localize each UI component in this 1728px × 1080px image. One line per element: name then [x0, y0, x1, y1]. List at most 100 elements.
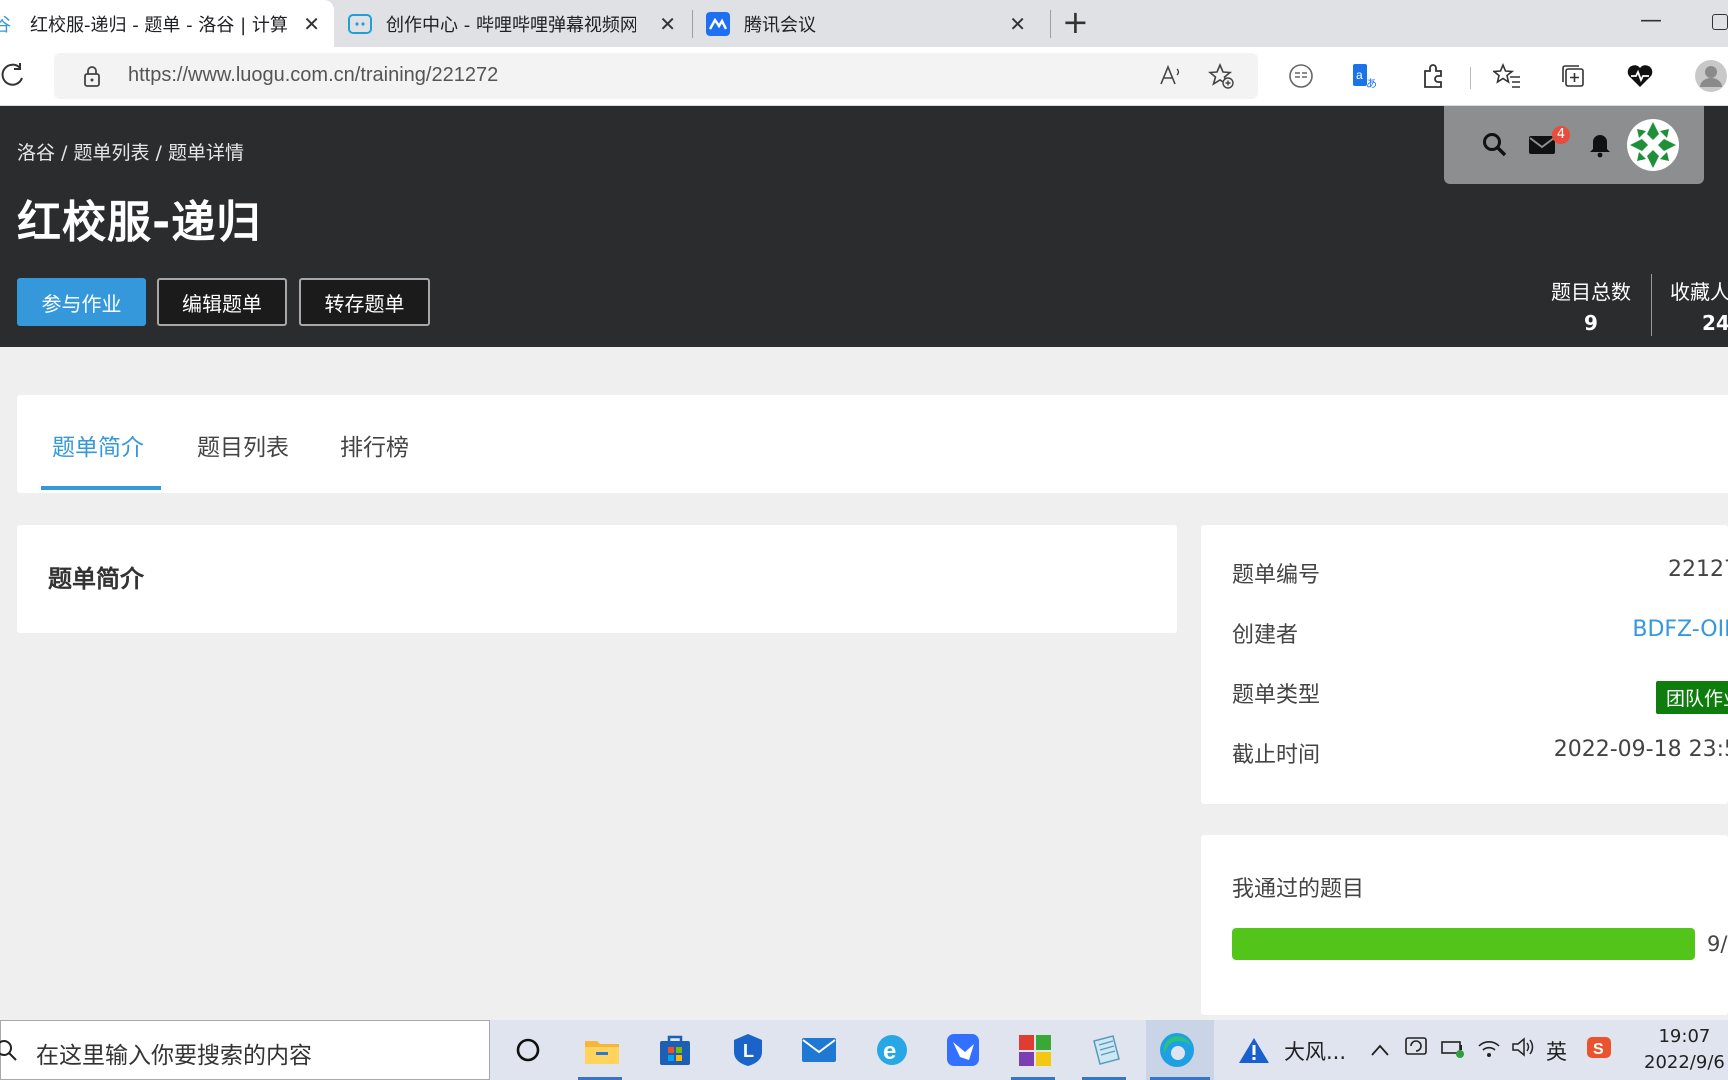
taskbar-clock[interactable]: 19:07 2022/9/6 — [1644, 1024, 1725, 1076]
favorites-icon[interactable] — [1492, 61, 1522, 91]
address-bar[interactable]: https://www.luogu.com.cn/training/221272 — [54, 53, 1258, 99]
join-homework-button[interactable]: 参与作业 — [17, 278, 146, 326]
notepad-icon[interactable] — [1086, 1030, 1126, 1070]
add-favorite-icon[interactable] — [1208, 63, 1234, 89]
info-row-type: 题单类型 团队作业 — [1232, 677, 1728, 717]
close-tab-icon[interactable]: ✕ — [659, 12, 676, 36]
battery-icon[interactable] — [1440, 1034, 1466, 1065]
tab-separator — [1050, 10, 1051, 38]
input-method-indicator[interactable]: 英 — [1546, 1036, 1567, 1066]
browser-tab-strip: 谷 红校服-递归 - 题单 - 洛谷 | 计算 ✕ 创作中心 - 哔哩哔哩弹幕视… — [0, 0, 1728, 47]
file-explorer-icon[interactable] — [582, 1030, 622, 1070]
training-info-card: 题单编号 22127 创建者 BDFZ-OIE 题单类型 团队作业 截止时间 2… — [1201, 525, 1728, 804]
edge-browser-icon[interactable] — [1157, 1030, 1197, 1070]
weather-text[interactable]: 大风... — [1284, 1036, 1346, 1066]
feishu-icon[interactable] — [943, 1030, 983, 1070]
info-row-id: 题单编号 22127 — [1232, 557, 1728, 597]
clock-time: 19:07 — [1658, 1026, 1711, 1047]
collections-icon[interactable] — [1558, 61, 1588, 91]
browser-toolbar: https://www.luogu.com.cn/training/221272… — [0, 47, 1728, 106]
taskbar-search-placeholder: 在这里输入你要搜索的内容 — [36, 1043, 312, 1069]
training-tabs: 题单简介 题目列表 排行榜 — [17, 395, 1728, 493]
intro-title: 题单简介 — [48, 565, 144, 593]
svg-text:a: a — [1356, 68, 1363, 82]
tab-problem-list[interactable]: 题目列表 — [197, 428, 289, 462]
edit-training-button[interactable]: 编辑题单 — [157, 278, 287, 326]
browser-tab-tencent-meeting[interactable]: 腾讯会议 ✕ — [706, 0, 1046, 47]
reload-icon[interactable] — [0, 61, 28, 89]
minimize-window-button[interactable]: — — [1640, 8, 1662, 33]
creator-link[interactable]: BDFZ-OIE — [1632, 617, 1728, 642]
lock-icon[interactable] — [82, 64, 102, 88]
tab-intro[interactable]: 题单简介 — [52, 428, 144, 462]
breadcrumb-home-link[interactable]: 洛谷 — [17, 142, 55, 164]
clock-date: 2022/9/6 — [1644, 1052, 1725, 1073]
stat-value: 9 — [1584, 311, 1598, 335]
passed-progress-bar — [1232, 928, 1695, 960]
close-tab-icon[interactable]: ✕ — [303, 12, 320, 36]
intro-card: 题单简介 — [17, 525, 1177, 633]
save-training-button[interactable]: 转存题单 — [299, 278, 430, 326]
type-badge: 团队作业 — [1655, 681, 1728, 714]
bilibili-favicon-icon — [348, 13, 372, 34]
stat-favorites: 收藏人 24 — [1670, 276, 1728, 335]
wifi-icon[interactable] — [1476, 1034, 1502, 1065]
mail-app-icon[interactable] — [799, 1030, 839, 1070]
new-tab-button[interactable]: + — [1062, 6, 1089, 38]
search-icon[interactable] — [1482, 132, 1508, 158]
tab-separator — [692, 10, 693, 38]
info-key: 截止时间 — [1232, 743, 1321, 768]
notification-bell-icon[interactable] — [1588, 132, 1612, 158]
profile-avatar-icon[interactable] — [1694, 60, 1728, 92]
browser-essentials-icon[interactable] — [1625, 61, 1655, 91]
user-avatar[interactable] — [1626, 118, 1680, 172]
stat-label: 题目总数 — [1551, 280, 1631, 304]
sogou-ime-icon[interactable]: S — [1586, 1034, 1612, 1065]
lenovo-vantage-icon[interactable]: L — [728, 1030, 768, 1070]
extensions-icon[interactable] — [1418, 61, 1448, 91]
active-tab-indicator — [41, 486, 161, 490]
browser-tab-title: 腾讯会议 — [744, 14, 816, 36]
url-text[interactable]: https://www.luogu.com.cn/training/221272 — [128, 64, 498, 87]
breadcrumb-current: 题单详情 — [168, 142, 245, 164]
breadcrumb-training-list-link[interactable]: 题单列表 — [74, 142, 150, 164]
read-aloud-icon[interactable] — [1158, 63, 1184, 89]
info-key: 题单类型 — [1232, 683, 1321, 708]
office-tools-icon[interactable] — [1015, 1030, 1055, 1070]
svg-text:e: e — [883, 1038, 896, 1065]
chevron-up-icon[interactable] — [1370, 1038, 1390, 1062]
mail-unread-badge: 4 — [1552, 126, 1570, 144]
info-value: 22127 — [1668, 557, 1728, 582]
breadcrumb-separator: / — [55, 142, 74, 164]
browser-tab-title: 创作中心 - 哔哩哔哩弹幕视频网 — [386, 14, 636, 36]
microsoft-store-icon[interactable] — [655, 1030, 695, 1070]
svg-text:あ: あ — [1366, 77, 1377, 90]
breadcrumb: 洛谷 / 题单列表 / 题单详情 — [17, 138, 244, 165]
tray-app-icon[interactable] — [1404, 1034, 1430, 1065]
passed-progress-fill — [1232, 928, 1695, 960]
translate-extension-icon[interactable]: aあ — [1350, 61, 1380, 91]
tab-ranking[interactable]: 排行榜 — [340, 428, 409, 462]
passed-problems-card: 我通过的题目 9/ — [1201, 835, 1728, 1015]
internet-explorer-icon[interactable]: e — [872, 1030, 912, 1070]
info-key: 题单编号 — [1232, 563, 1321, 588]
tencent-meeting-favicon-icon — [706, 11, 730, 36]
svg-text:L: L — [743, 1041, 754, 1061]
maximize-window-button[interactable] — [1712, 14, 1728, 30]
taskbar-search-box[interactable]: 在这里输入你要搜索的内容 — [0, 1020, 490, 1080]
browser-tab-title: 红校服-递归 - 题单 - 洛谷 | 计算 — [30, 14, 288, 36]
windows-taskbar: 在这里输入你要搜索的内容 L e 大风... 英 S 19:07 2022/9/… — [0, 1020, 1728, 1080]
page-title: 红校服-递归 — [17, 197, 262, 248]
info-value: 2022-09-18 23:5 — [1553, 737, 1728, 762]
close-tab-icon[interactable]: ✕ — [1009, 12, 1026, 36]
browser-tab-luogu[interactable]: 谷 红校服-递归 - 题单 - 洛谷 | 计算 ✕ — [0, 0, 334, 47]
reading-view-icon[interactable] — [1286, 61, 1316, 91]
stat-label: 收藏人 — [1670, 280, 1728, 304]
volume-icon[interactable] — [1510, 1034, 1536, 1065]
passed-title: 我通过的题目 — [1232, 877, 1365, 902]
browser-tab-bilibili[interactable]: 创作中心 - 哔哩哔哩弹幕视频网 ✕ — [348, 0, 690, 47]
weather-alert-icon[interactable] — [1238, 1036, 1270, 1064]
stat-value: 24 — [1702, 311, 1728, 335]
search-icon — [0, 1040, 17, 1061]
task-view-icon[interactable] — [508, 1030, 548, 1070]
